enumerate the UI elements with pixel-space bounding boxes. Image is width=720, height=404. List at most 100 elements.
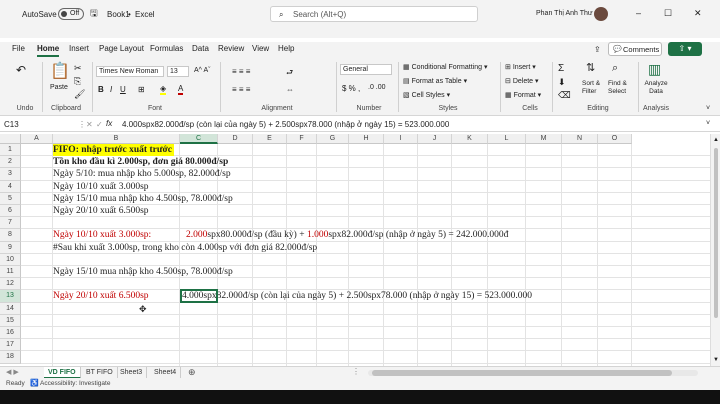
tab-formulas[interactable]: Formulas bbox=[150, 44, 183, 53]
scroll-up-icon[interactable]: ▲ bbox=[713, 136, 719, 145]
font-name-box[interactable]: Times New Roman bbox=[96, 66, 164, 77]
column-header-j[interactable]: J bbox=[418, 134, 452, 144]
row-header-10[interactable]: 10 bbox=[0, 253, 21, 266]
row-header-12[interactable]: 12 bbox=[0, 278, 21, 291]
close-icon[interactable]: ✕ bbox=[694, 9, 702, 18]
column-header-k[interactable]: K bbox=[452, 134, 488, 144]
find-select-label[interactable]: Find & Select bbox=[608, 80, 632, 96]
insert-function-icon[interactable]: fx bbox=[106, 119, 112, 128]
share-button[interactable]: ⇧ ▾ bbox=[668, 42, 702, 56]
format-as-table-button[interactable]: ▤ Format as Table ▾ bbox=[403, 77, 467, 85]
column-header-o[interactable]: O bbox=[598, 134, 632, 144]
column-header-e[interactable]: E bbox=[253, 134, 287, 144]
column-header-g[interactable]: G bbox=[317, 134, 349, 144]
decimal-icons[interactable]: .0 .00 bbox=[368, 84, 386, 91]
name-box[interactable]: C13 bbox=[4, 120, 64, 129]
tab-review[interactable]: Review bbox=[218, 44, 244, 53]
sheet-nav-icons[interactable]: ◀ ▶ bbox=[6, 368, 19, 376]
fill-color-icon[interactable]: ◈ bbox=[160, 84, 167, 95]
row-header-5[interactable]: 5 bbox=[0, 192, 21, 205]
borders-icon[interactable]: ⊞ bbox=[138, 85, 145, 94]
underline-icon[interactable]: U bbox=[120, 85, 126, 94]
cell-b8[interactable]: Ngày 10/10 xuất 3.000sp: bbox=[53, 229, 151, 241]
align-top-icons[interactable]: ≡ ≡ ≡ bbox=[232, 67, 250, 76]
accessibility-icon[interactable]: ♿ bbox=[30, 378, 39, 390]
analyze-data-label[interactable]: Analyze Data bbox=[642, 80, 670, 96]
scroll-thumb[interactable] bbox=[714, 148, 718, 318]
share-icon[interactable]: ⇪ bbox=[594, 45, 601, 54]
merge-icon[interactable]: ⇔ bbox=[286, 85, 294, 94]
font-grow-shrink-icon[interactable]: A^ Aˇ bbox=[194, 67, 211, 74]
select-all-corner[interactable] bbox=[0, 134, 21, 144]
row-header-9[interactable]: 9 bbox=[0, 241, 21, 254]
column-header-h[interactable]: H bbox=[349, 134, 384, 144]
clear-icon[interactable]: ⌫ bbox=[558, 91, 571, 100]
undo-icon[interactable]: ↶ bbox=[16, 64, 26, 76]
font-size-box[interactable]: 13 bbox=[167, 66, 189, 77]
autosum-icon[interactable]: Σ bbox=[558, 64, 564, 74]
row-header-4[interactable]: 4 bbox=[0, 180, 21, 193]
column-header-l[interactable]: L bbox=[488, 134, 526, 144]
tab-help[interactable]: Help bbox=[278, 44, 294, 53]
search-box[interactable]: ⌕ Search (Alt+Q) bbox=[270, 6, 478, 22]
currency-percent-icons[interactable]: $ % , bbox=[342, 84, 360, 93]
row-header-16[interactable]: 16 bbox=[0, 327, 21, 340]
row-header-3[interactable]: 3 bbox=[0, 168, 21, 181]
tab-home[interactable]: Home bbox=[37, 44, 60, 57]
tab-file[interactable]: File bbox=[12, 44, 25, 53]
cell-b3[interactable]: Ngày 5/10: mua nhập kho 5.000sp, 82.000đ… bbox=[53, 168, 231, 180]
row-header-8[interactable]: 8 bbox=[0, 229, 21, 242]
row-header-7[interactable]: 7 bbox=[0, 217, 21, 230]
row-header-13[interactable]: 13 bbox=[0, 290, 21, 303]
expand-formula-icon[interactable]: ˅ bbox=[706, 120, 710, 127]
number-format-box[interactable]: General bbox=[340, 64, 392, 75]
enter-icon[interactable]: ✓ bbox=[96, 120, 103, 129]
minimize-icon[interactable]: – bbox=[636, 9, 641, 18]
font-color-icon[interactable]: A bbox=[178, 84, 184, 95]
row-header-18[interactable]: 18 bbox=[0, 351, 21, 364]
horizontal-scroll-menu[interactable]: ⋮ bbox=[352, 367, 360, 376]
tab-data[interactable]: Data bbox=[192, 44, 209, 53]
cell-c13[interactable]: 4.000spx82.000đ/sp (còn lại của ngày 5) … bbox=[182, 290, 532, 302]
italic-icon[interactable]: I bbox=[110, 85, 112, 94]
row-header-1[interactable]: 1 bbox=[0, 144, 21, 157]
cell-b11[interactable]: Ngày 15/10 mua nhập kho 4.500sp, 78.000đ… bbox=[53, 266, 233, 278]
maximize-icon[interactable]: ☐ bbox=[664, 9, 672, 18]
cell-styles-button[interactable]: ▧ Cell Styles ▾ bbox=[403, 91, 450, 99]
find-select-icon[interactable]: ⌕ bbox=[612, 63, 618, 74]
row-header-6[interactable]: 6 bbox=[0, 205, 21, 218]
cell-b9[interactable]: #Sau khi xuất 3.000sp, trong kho còn 4.0… bbox=[53, 242, 317, 254]
horizontal-scrollbar[interactable] bbox=[368, 370, 698, 376]
accessibility-status[interactable]: Accessibility: Investigate bbox=[40, 378, 110, 390]
formula-content[interactable]: 4.000spx82.000đ/sp (còn lại của ngày 5) … bbox=[122, 120, 449, 129]
vertical-scrollbar[interactable]: ▲ ▼ bbox=[710, 134, 720, 366]
tab-insert[interactable]: Insert bbox=[69, 44, 89, 53]
row-header-2[interactable]: 2 bbox=[0, 156, 21, 169]
paste-icon[interactable]: 📋 bbox=[50, 64, 70, 80]
conditional-formatting-button[interactable]: ▦ Conditional Formatting ▾ bbox=[403, 63, 487, 71]
tab-page-layout[interactable]: Page Layout bbox=[99, 44, 144, 53]
cell-b1[interactable]: FIFO: nhập trước xuất trước bbox=[53, 144, 175, 156]
column-header-b[interactable]: B bbox=[53, 134, 180, 144]
cut-icon[interactable]: ✂ bbox=[74, 64, 82, 73]
tab-view[interactable]: View bbox=[252, 44, 269, 53]
format-painter-icon[interactable]: 🖌 bbox=[74, 90, 85, 99]
cell-c8[interactable]: 2.000spx80.000đ/sp (đầu kỳ) + 1.000spx82… bbox=[186, 229, 508, 241]
row-header-17[interactable]: 17 bbox=[0, 339, 21, 352]
column-header-f[interactable]: F bbox=[287, 134, 317, 144]
scroll-down-icon[interactable]: ▼ bbox=[713, 356, 719, 365]
column-header-i[interactable]: I bbox=[384, 134, 418, 144]
save-icon[interactable]: 🖫 bbox=[90, 9, 98, 18]
add-sheet-icon[interactable]: ⊕ bbox=[188, 367, 196, 378]
avatar[interactable] bbox=[594, 7, 608, 21]
wrap-text-icon[interactable]: ⮐ bbox=[286, 67, 293, 81]
cancel-icon[interactable]: ✕ bbox=[86, 120, 93, 129]
comments-button[interactable]: 💬 Comments bbox=[608, 42, 662, 56]
column-header-m[interactable]: M bbox=[526, 134, 562, 144]
column-header-n[interactable]: N bbox=[562, 134, 598, 144]
column-header-c[interactable]: C bbox=[180, 134, 218, 144]
cell-b4[interactable]: Ngày 10/10 xuất 3.000sp bbox=[53, 181, 149, 193]
format-cells-button[interactable]: ▦ Format ▾ bbox=[505, 91, 541, 99]
paste-label[interactable]: Paste bbox=[50, 84, 68, 91]
horizontal-scroll-thumb[interactable] bbox=[372, 370, 672, 376]
